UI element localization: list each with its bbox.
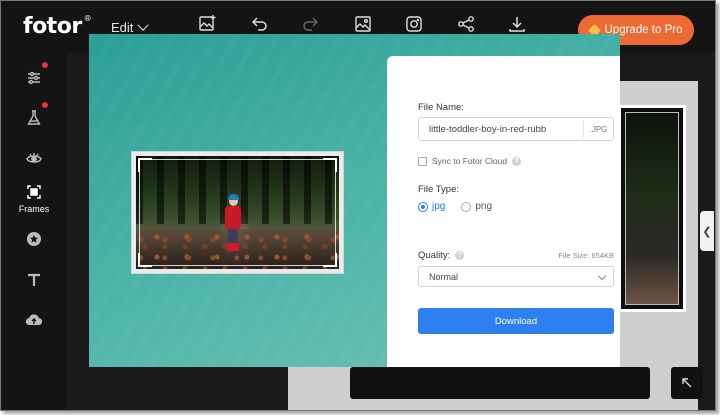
frame-corner bbox=[323, 253, 337, 267]
sidebar-item-text[interactable] bbox=[1, 271, 67, 289]
quality-row: Quality: ? File Size: 654KB bbox=[418, 250, 614, 261]
frame-corner bbox=[138, 158, 152, 172]
decorative-frame-border bbox=[139, 159, 336, 266]
canvas-photo-preview bbox=[618, 105, 686, 312]
quality-label: Quality: bbox=[418, 250, 451, 261]
undo-icon[interactable] bbox=[248, 13, 270, 35]
text-icon bbox=[28, 273, 40, 286]
sync-cloud-checkbox[interactable] bbox=[418, 156, 427, 166]
sidebar-item-adjust[interactable] bbox=[1, 69, 67, 87]
frame-icon bbox=[27, 185, 41, 199]
export-settings-panel: File Name: .JPG Sync to Fotor Cloud ? Fi… bbox=[387, 56, 620, 367]
eye-icon bbox=[26, 153, 42, 163]
star-icon bbox=[27, 232, 41, 246]
sidebar-item-label: Frames bbox=[18, 204, 50, 214]
sidebar-item-frames[interactable]: Frames bbox=[1, 183, 67, 214]
file-name-label: File Name: bbox=[418, 102, 464, 113]
add-image-icon[interactable] bbox=[196, 13, 218, 35]
flask-icon bbox=[27, 110, 41, 125]
file-type-jpg-option[interactable]: jpg bbox=[418, 201, 445, 212]
frame-corner bbox=[323, 158, 337, 172]
sidebar-item-effects[interactable] bbox=[1, 109, 67, 127]
chevron-left-icon: ❮ bbox=[702, 225, 712, 238]
download-icon[interactable] bbox=[506, 13, 528, 35]
sidebar-item-stickers[interactable] bbox=[1, 230, 67, 248]
file-name-field: .JPG bbox=[418, 117, 614, 141]
export-preview-image bbox=[131, 151, 344, 274]
file-name-input[interactable] bbox=[419, 119, 579, 139]
cloud-upload-icon bbox=[25, 314, 43, 326]
file-type-options: jpg png bbox=[418, 201, 492, 212]
redo-icon[interactable] bbox=[300, 13, 322, 35]
frame-corner bbox=[138, 253, 152, 267]
export-dialog: File Name: .JPG Sync to Fotor Cloud ? Fi… bbox=[89, 34, 620, 367]
arrow-expand-icon bbox=[682, 378, 692, 388]
bottom-toolbar bbox=[350, 367, 650, 399]
help-icon[interactable]: ? bbox=[455, 251, 465, 260]
edit-menu[interactable]: Edit bbox=[111, 19, 150, 35]
quality-select-value: Normal bbox=[429, 271, 459, 282]
radio-png[interactable] bbox=[461, 201, 472, 212]
radio-png-label: png bbox=[475, 201, 493, 212]
logo-mark: ® bbox=[83, 14, 92, 23]
sidebar-item-upload[interactable] bbox=[1, 311, 67, 329]
sync-cloud-row: Sync to Fotor Cloud ? bbox=[418, 156, 522, 166]
download-button[interactable]: Download bbox=[418, 308, 614, 334]
app-window: fotor ® Edit Upgrade to Pro Frames ❮ Fil… bbox=[0, 0, 716, 411]
edit-menu-label: Edit bbox=[111, 20, 134, 35]
chevron-down-icon bbox=[597, 271, 607, 281]
help-icon[interactable]: ? bbox=[512, 156, 522, 166]
preview-photo bbox=[136, 156, 339, 269]
quality-select[interactable]: Normal bbox=[418, 266, 614, 287]
radio-jpg[interactable] bbox=[418, 201, 428, 212]
instagram-icon[interactable] bbox=[403, 13, 425, 35]
share-icon[interactable] bbox=[455, 13, 477, 35]
logo-text: fotor bbox=[23, 14, 82, 39]
sidebar-item-beauty[interactable] bbox=[1, 149, 67, 167]
radio-jpg-label: jpg bbox=[432, 201, 446, 212]
fotor-logo[interactable]: fotor ® bbox=[23, 14, 92, 39]
sidebar: Frames bbox=[1, 53, 67, 410]
effects-badge-dot bbox=[42, 102, 48, 108]
image-icon[interactable] bbox=[352, 13, 374, 35]
chevron-down-icon bbox=[137, 19, 150, 31]
sliders-icon bbox=[28, 71, 40, 85]
download-button-label: Download bbox=[494, 315, 538, 327]
file-size-text: File Size: 654KB bbox=[558, 251, 614, 260]
file-type-label: File Type: bbox=[418, 184, 460, 195]
expand-button[interactable] bbox=[671, 367, 703, 399]
sync-cloud-label[interactable]: Sync to Fotor Cloud bbox=[432, 156, 507, 166]
file-extension: .JPG bbox=[583, 121, 613, 137]
file-type-png-option[interactable]: png bbox=[461, 201, 492, 212]
adjust-badge-dot bbox=[42, 62, 48, 68]
collapse-panel-tab[interactable]: ❮ bbox=[700, 211, 714, 251]
